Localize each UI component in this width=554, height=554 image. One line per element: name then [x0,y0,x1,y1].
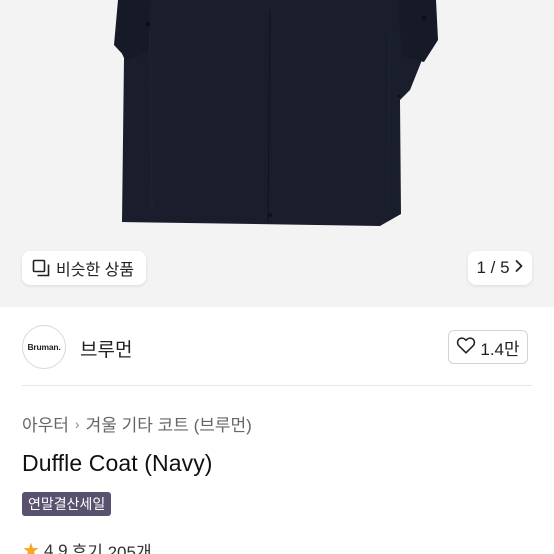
heart-icon [456,336,476,359]
like-button[interactable]: 1.4만 [448,330,528,364]
seller-name[interactable]: 브루먼 [80,335,132,362]
star-icon: ★ [22,540,40,554]
seller-logo[interactable]: Bruman. [22,325,66,369]
breadcrumb: 아우터 › 겨울 기타 코트 (브루먼) [22,411,252,436]
product-title: Duffle Coat (Navy) [22,450,213,476]
like-count: 1.4만 [480,339,520,359]
similar-products-button[interactable]: 비슷한 상품 [22,251,147,285]
rating-value: 4.9 [43,540,68,554]
chevron-right-icon [514,258,524,278]
similar-products-label: 비슷한 상품 [56,262,135,279]
review-count: 후기 205개 [71,543,152,554]
breadcrumb-item-outer[interactable]: 아우터 [22,411,69,436]
pager-text: 1 / 5 [476,258,510,277]
similar-products-icon [32,259,50,277]
sale-badge: 연말결산세일 [22,492,112,516]
divider [22,385,532,386]
image-pager[interactable]: 1 / 5 [468,251,532,285]
seller-logo-text: Bruman. [27,342,61,352]
breadcrumb-item-category[interactable]: 겨울 기타 코트 (브루먼) [86,411,252,436]
breadcrumb-separator-icon: › [74,415,80,432]
rating-summary[interactable]: ★ 4.9 후기 205개 [22,538,152,554]
product-image-gallery[interactable]: 비슷한 상품 1 / 5 [0,0,554,307]
